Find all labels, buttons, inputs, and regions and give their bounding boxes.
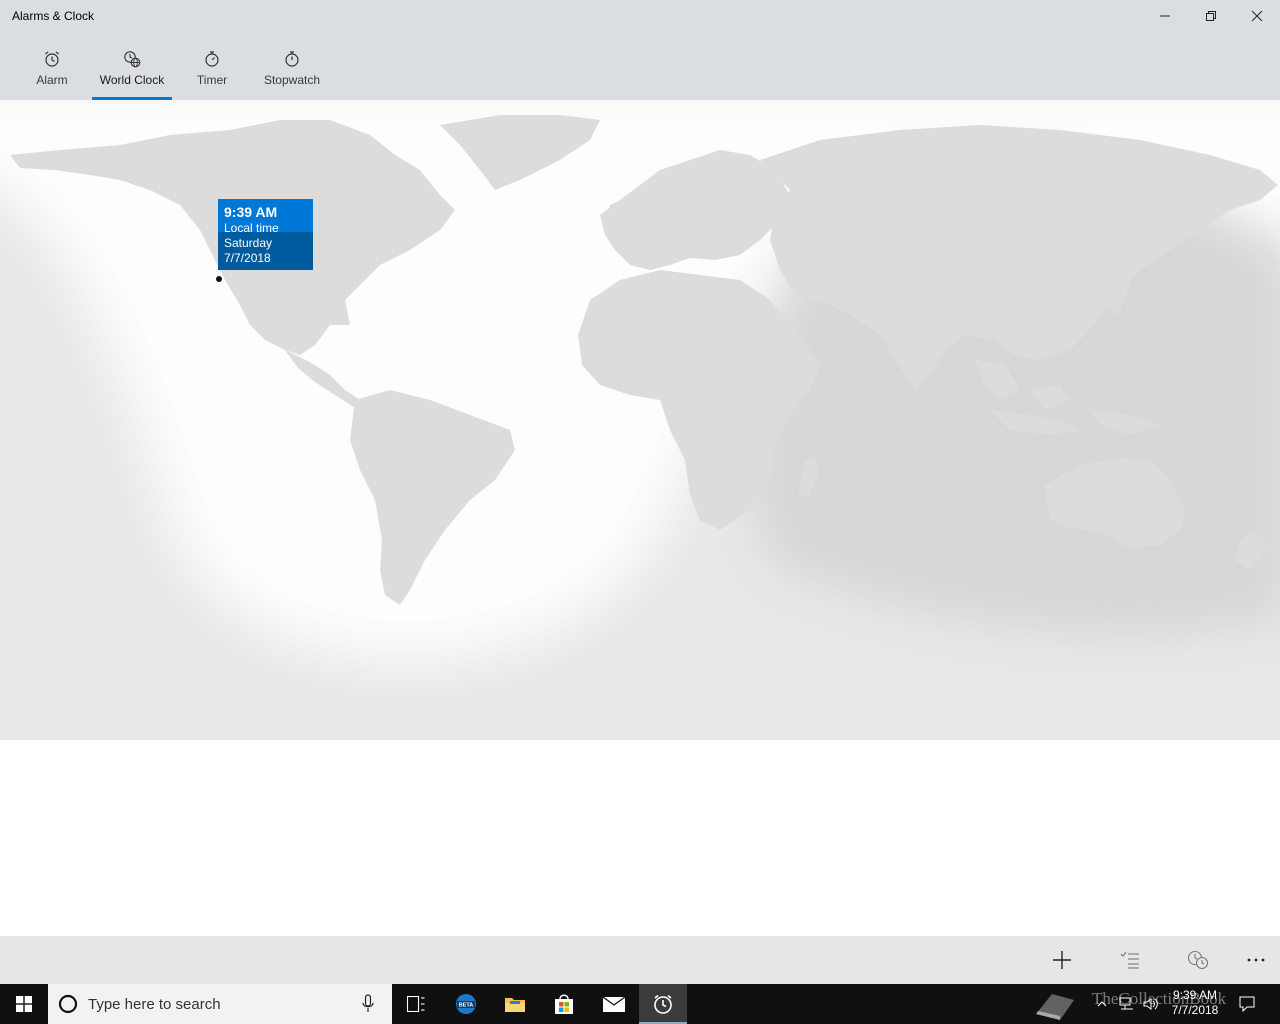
world-map[interactable]: 9:39 AM Local time Saturday 7/7/2018 [0, 100, 1280, 740]
tab-alarm-label: Alarm [36, 73, 68, 87]
alarms-clock-taskbar-button[interactable] [639, 984, 687, 1024]
more-icon [1247, 958, 1265, 962]
taskbar-date: 7/7/2018 [1171, 1003, 1219, 1017]
volume-icon [1143, 998, 1158, 1010]
tab-stopwatch[interactable]: Stopwatch [258, 32, 326, 100]
notification-icon [1239, 996, 1255, 1012]
select-icon [1120, 951, 1139, 969]
tab-stopwatch-label: Stopwatch [263, 73, 321, 87]
task-view-button[interactable] [392, 984, 440, 1024]
tab-bar: Alarm World Clock Timer Stopwatch [0, 32, 1280, 100]
title-bar: Alarms & Clock [0, 0, 1280, 32]
local-time-value: 9:39 AM [224, 204, 278, 220]
popup-time-section: 9:39 AM Local time [218, 199, 313, 235]
microphone-icon[interactable] [362, 994, 374, 1014]
world-clock-icon [123, 50, 141, 68]
windows-logo-icon [16, 996, 32, 1012]
taskbar: Type here to search BETA TheCollectionBo… [0, 984, 1280, 1024]
file-explorer-button[interactable] [491, 984, 539, 1024]
local-day: Saturday [224, 236, 273, 250]
popup-date-section: Saturday 7/7/2018 [218, 232, 313, 270]
search-placeholder: Type here to search [88, 996, 221, 1013]
stopwatch-icon [283, 50, 301, 68]
add-icon [1053, 951, 1071, 969]
alarms-clock-icon [654, 994, 672, 1014]
local-date: 7/7/2018 [224, 251, 271, 265]
show-hidden-icons-button[interactable] [1092, 984, 1112, 1024]
cortana-icon [58, 994, 78, 1014]
minimize-button[interactable] [1142, 0, 1188, 32]
mail-icon [602, 996, 626, 1012]
search-box[interactable]: Type here to search [48, 984, 392, 1024]
location-pin[interactable] [216, 276, 222, 282]
app-command-bar [0, 936, 1280, 984]
alarm-clock-icon [43, 50, 61, 68]
network-button[interactable] [1116, 984, 1138, 1024]
taskbar-time: 9:39 AM [1172, 988, 1218, 1002]
local-time-popup[interactable]: 9:39 AM Local time Saturday 7/7/2018 [218, 199, 313, 270]
tab-timer-label: Timer [196, 73, 228, 87]
timer-icon [203, 50, 221, 68]
volume-button[interactable] [1140, 984, 1162, 1024]
select-button[interactable] [1106, 936, 1154, 984]
edge-beta-button[interactable]: BETA [442, 984, 490, 1024]
taskbar-clock[interactable]: 9:39 AM 7/7/2018 [1160, 988, 1230, 1018]
store-button[interactable] [540, 984, 588, 1024]
world-map-graphic [0, 100, 1280, 661]
close-icon [1251, 10, 1263, 22]
tab-timer[interactable]: Timer [188, 32, 236, 100]
add-city-button[interactable] [1038, 936, 1086, 984]
store-icon [555, 994, 573, 1014]
restore-button[interactable] [1188, 0, 1234, 32]
close-button[interactable] [1234, 0, 1280, 32]
start-button[interactable] [0, 984, 48, 1024]
action-center-button[interactable] [1234, 984, 1260, 1024]
edge-beta-icon: BETA [456, 994, 476, 1014]
minimize-icon [1160, 15, 1170, 17]
tab-alarm[interactable]: Alarm [28, 32, 76, 100]
chevron-up-icon [1097, 1001, 1107, 1007]
compare-button[interactable] [1174, 936, 1222, 984]
file-explorer-icon [505, 998, 525, 1012]
compare-icon [1187, 950, 1209, 970]
task-view-icon [407, 996, 425, 1012]
restore-icon [1206, 11, 1216, 21]
watermark-book-icon [1030, 984, 1080, 1024]
network-icon [1119, 997, 1133, 1010]
tab-world-clock-label: World Clock [99, 73, 165, 87]
tab-world-clock[interactable]: World Clock [92, 32, 172, 100]
more-options-button[interactable] [1232, 936, 1280, 984]
svg-text:BETA: BETA [459, 1003, 474, 1009]
window-title: Alarms & Clock [12, 9, 95, 23]
mail-button[interactable] [590, 984, 638, 1024]
